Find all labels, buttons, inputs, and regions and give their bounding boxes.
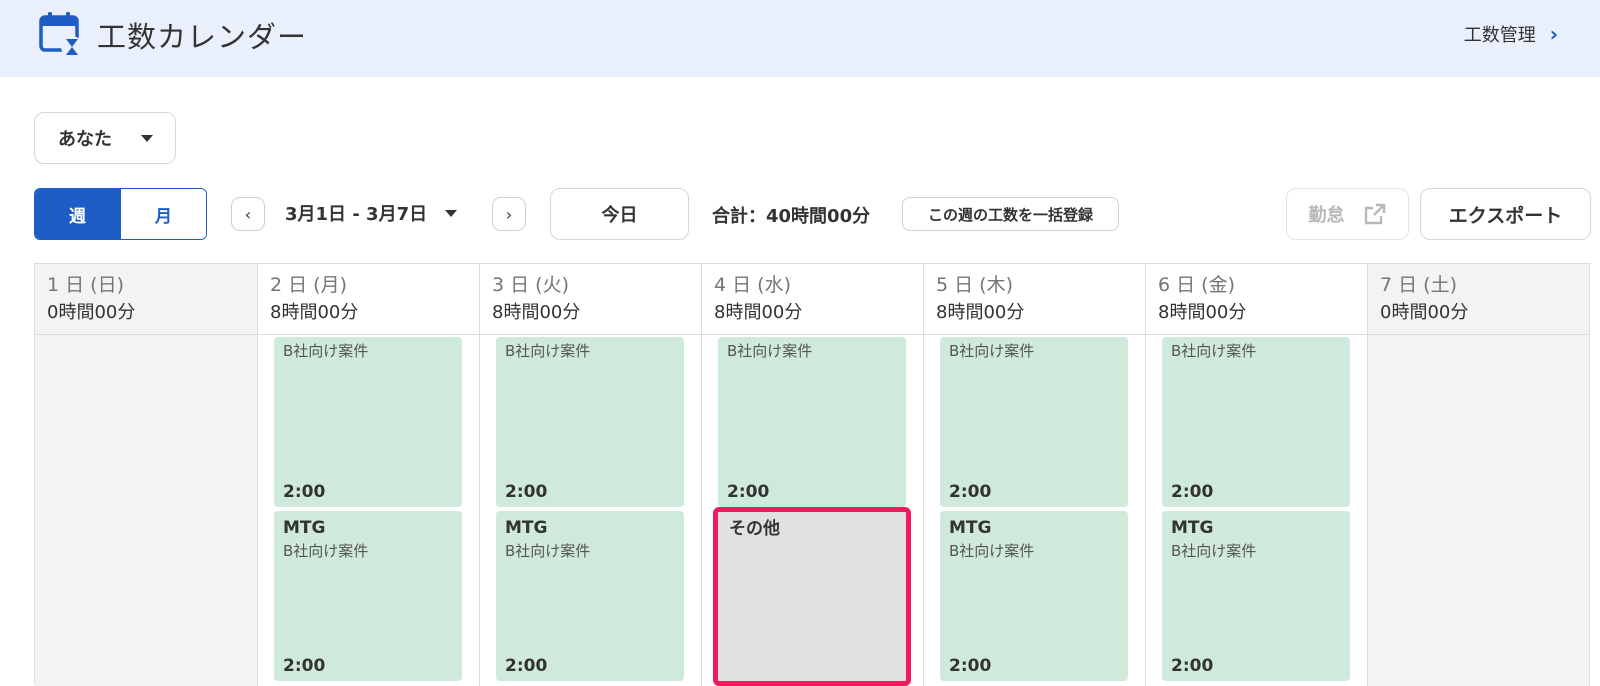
work-entry[interactable]: B社向け案件 2:00 [940,337,1128,507]
day-name: 2 日 (月) [270,274,347,296]
today-button[interactable]: 今日 [550,188,689,240]
day-header: 4 日 (水) 8時間00分 [702,264,923,335]
date-range-label: 3月1日 - 3月7日 [285,204,428,225]
bulk-register-button[interactable]: この週の工数を一括登録 [902,197,1119,231]
entry-title: MTG [1171,518,1214,538]
entry-duration: 2:00 [949,656,992,676]
day-column-thu: 5 日 (木) 8時間00分 B社向け案件 2:00 MTG B社向け案件 2:… [924,264,1146,686]
entry-title: MTG [283,518,326,538]
page-title: 工数カレンダー [97,20,308,54]
entry-duration: 2:00 [505,656,548,676]
entry-duration: 2:00 [283,656,326,676]
entry-project: B社向け案件 [1171,342,1257,360]
entry-project: B社向け案件 [949,542,1035,560]
day-column-tue: 3 日 (火) 8時間00分 B社向け案件 2:00 MTG B社向け案件 2:… [480,264,702,686]
day-total-hours: 8時間00分 [714,302,803,323]
day-header: 1 日 (日) 0時間00分 [35,264,257,335]
month-view-button[interactable]: 月 [120,189,206,239]
entry-project: B社向け案件 [505,542,591,560]
entry-project: B社向け案件 [505,342,591,360]
entry-project: B社向け案件 [727,342,813,360]
entry-project: B社向け案件 [283,542,369,560]
next-week-button[interactable]: › [492,197,526,231]
chevron-down-icon [445,209,458,217]
day-header: 2 日 (月) 8時間00分 [258,264,479,335]
day-column-sat: 7 日 (土) 0時間00分 [1368,264,1590,686]
day-name: 7 日 (土) [1380,274,1457,296]
user-select-value: あなた [58,129,112,150]
prev-week-button[interactable]: ‹ [231,197,265,231]
day-total-hours: 8時間00分 [936,302,1025,323]
work-entry[interactable]: MTG B社向け案件 2:00 [940,511,1128,681]
user-select[interactable]: あなた [34,112,176,164]
chevron-right-icon: › [505,204,513,224]
kousu-management-link[interactable]: 工数管理 › [1464,21,1558,47]
work-entry[interactable]: MTG B社向け案件 2:00 [274,511,462,681]
chevron-down-icon [141,135,153,142]
entry-title: その他 [729,519,780,539]
day-header: 3 日 (火) 8時間00分 [480,264,701,335]
entry-duration: 2:00 [727,482,770,502]
day-column-fri: 6 日 (金) 8時間00分 B社向け案件 2:00 MTG B社向け案件 2:… [1146,264,1368,686]
day-total-hours: 8時間00分 [492,302,581,323]
day-total-hours: 8時間00分 [1158,302,1247,323]
entry-duration: 2:00 [1171,482,1214,502]
entry-duration: 2:00 [505,482,548,502]
day-name: 5 日 (木) [936,274,1013,296]
day-column-wed: 4 日 (水) 8時間00分 B社向け案件 2:00 その他 [702,264,924,686]
entry-duration: 2:00 [283,482,326,502]
entry-title: MTG [949,518,992,538]
entry-project: B社向け案件 [949,342,1035,360]
day-total-hours: 0時間00分 [47,302,136,323]
day-header: 7 日 (土) 0時間00分 [1368,264,1589,335]
entry-duration: 2:00 [949,482,992,502]
work-entry[interactable]: B社向け案件 2:00 [1162,337,1350,507]
day-total-hours: 8時間00分 [270,302,359,323]
day-column-sun: 1 日 (日) 0時間00分 [35,264,258,686]
entry-title: MTG [505,518,548,538]
kintai-button[interactable]: 勤怠 [1286,188,1409,240]
view-toggle: 週 月 [34,188,207,240]
day-name: 6 日 (金) [1158,274,1235,296]
chevron-left-icon: ‹ [244,204,252,224]
day-name: 4 日 (水) [714,274,791,296]
weekly-total: 合計：40時間00分 [712,206,871,227]
day-header: 5 日 (木) 8時間00分 [924,264,1145,335]
export-button[interactable]: エクスポート [1420,188,1591,240]
day-header: 6 日 (金) 8時間00分 [1146,264,1367,335]
day-name: 3 日 (火) [492,274,569,296]
week-calendar: 1 日 (日) 0時間00分 2 日 (月) 8時間00分 B社向け案件 2:0… [34,263,1591,686]
work-entry[interactable]: MTG B社向け案件 2:00 [1162,511,1350,681]
week-view-button[interactable]: 週 [35,189,120,239]
day-total-hours: 0時間00分 [1380,302,1469,323]
work-entry[interactable]: B社向け案件 2:00 [274,337,462,507]
work-entry[interactable]: MTG B社向け案件 2:00 [496,511,684,681]
date-range-select[interactable]: 3月1日 - 3月7日 [285,200,458,226]
kousu-management-label: 工数管理 [1463,25,1536,46]
work-entry[interactable]: B社向け案件 2:00 [496,337,684,507]
kintai-label: 勤怠 [1308,205,1345,226]
entry-project: B社向け案件 [283,342,369,360]
calendar-hourglass-icon [39,12,83,58]
day-column-mon: 2 日 (月) 8時間00分 B社向け案件 2:00 MTG B社向け案件 2:… [258,264,480,686]
day-name: 1 日 (日) [47,274,124,296]
external-link-icon [1364,203,1385,225]
chevron-right-icon: › [1549,22,1558,46]
entry-project: B社向け案件 [1171,542,1257,560]
entry-duration: 2:00 [1171,656,1214,676]
app-header: 工数カレンダー 工数管理 › [0,0,1600,77]
selected-other-entry[interactable]: その他 [713,507,911,686]
work-entry[interactable]: B社向け案件 2:00 [718,337,906,507]
